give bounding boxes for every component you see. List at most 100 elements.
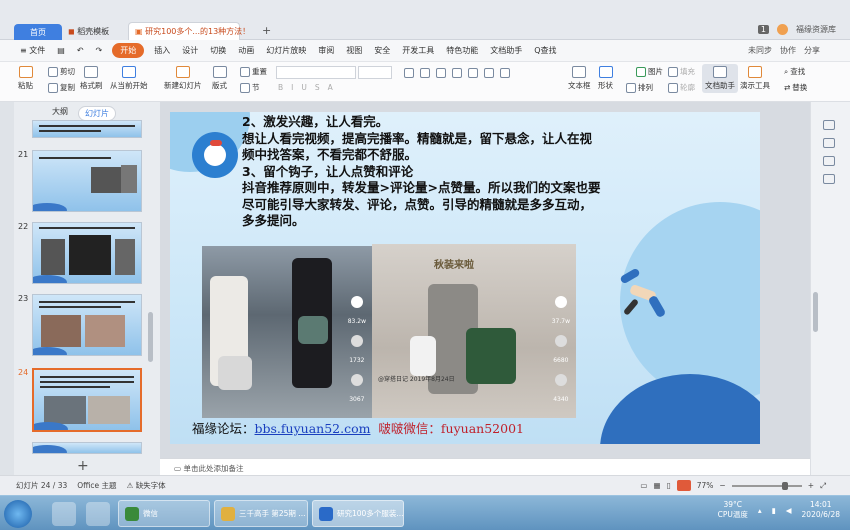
indent-icon[interactable] <box>436 68 446 78</box>
network-icon[interactable]: ▮ <box>772 506 776 515</box>
menu-file[interactable]: ≡ 文件 <box>14 45 51 56</box>
save-icon[interactable]: ▤ <box>51 46 71 55</box>
align-center-icon[interactable] <box>468 68 478 78</box>
menu-slideshow[interactable]: 幻灯片放映 <box>260 45 312 56</box>
paste-button[interactable]: 粘贴 <box>18 66 33 91</box>
align-right-icon[interactable] <box>484 68 494 78</box>
menu-transition[interactable]: 切换 <box>204 45 232 56</box>
slide-thumbnail-23[interactable] <box>32 294 142 356</box>
slide-thumbnail-21[interactable] <box>32 150 142 212</box>
star-icon[interactable] <box>823 156 835 166</box>
align-left-icon[interactable] <box>452 68 462 78</box>
settings-icon[interactable] <box>823 174 835 184</box>
tab-slides[interactable]: 幻灯片 <box>78 106 116 121</box>
zoom-in-icon[interactable]: + <box>808 481 814 490</box>
sogou-icon[interactable] <box>52 502 76 526</box>
menu-insert[interactable]: 插入 <box>148 45 176 56</box>
menu-animation[interactable]: 动画 <box>232 45 260 56</box>
numbering-icon[interactable] <box>420 68 430 78</box>
doc-assist-button[interactable]: 文档助手 <box>702 64 738 93</box>
share-button[interactable]: 分享 <box>804 45 820 56</box>
fit-window-icon[interactable]: ⤢ <box>820 481 826 491</box>
textbox-button[interactable]: 文本框 <box>568 66 591 91</box>
volume-icon[interactable]: ◀ <box>786 506 792 515</box>
font-color-icon[interactable]: A <box>328 83 333 92</box>
taskbar-wps[interactable]: 研究100多个服装... <box>312 500 404 527</box>
slide-photo-right[interactable]: 秋装来啦 @穿搭日记 2019年8月24日 37.7w 6680 4340 <box>372 244 576 418</box>
tab-template[interactable]: ◼ 稻壳模板 <box>62 22 128 40</box>
zoom-slider-knob[interactable] <box>781 481 788 490</box>
outline-button[interactable]: 轮廓 <box>668 82 695 93</box>
menu-view[interactable]: 视图 <box>340 45 368 56</box>
font-size-dropdown[interactable] <box>358 66 392 79</box>
bold-icon[interactable]: B <box>278 83 283 92</box>
tab-document[interactable]: ▣ 研究100多个...的13种方法！ <box>128 22 250 40</box>
font-name-dropdown[interactable] <box>276 66 356 79</box>
menu-review[interactable]: 审阅 <box>312 45 340 56</box>
theme-name[interactable]: Office 主题 <box>77 480 116 491</box>
picture-button[interactable]: 图片 <box>636 66 663 77</box>
cpu-temp[interactable]: 39°C CPU温度 <box>718 500 748 520</box>
from-current-button[interactable]: 从当前开始 <box>110 66 148 91</box>
footer-forum-url[interactable]: bbs.fuyuan52.com <box>255 421 371 436</box>
zoom-level[interactable]: 77% <box>697 481 714 490</box>
zoom-out-icon[interactable]: − <box>719 481 725 490</box>
new-tab-plus-icon[interactable]: + <box>262 24 271 37</box>
arrange-button[interactable]: 排列 <box>626 82 653 93</box>
collab-button[interactable]: 协作 <box>780 45 796 56</box>
find-button[interactable]: ⌕ 查找 <box>784 66 805 77</box>
tray-expand-icon[interactable]: ▴ <box>758 506 762 515</box>
format-painter-button[interactable]: 格式刷 <box>80 66 103 91</box>
reset-button[interactable]: 重置 <box>240 66 267 77</box>
undo-icon[interactable]: ↶ <box>71 46 90 55</box>
replace-button[interactable]: ⇄ 替换 <box>784 82 807 93</box>
slide-thumbnail-24[interactable] <box>32 368 142 432</box>
add-slide-plus-icon[interactable]: + <box>77 458 89 474</box>
justify-icon[interactable] <box>500 68 510 78</box>
slide-body-text[interactable]: 2、激发兴趣，让人看完。 想让人看完视频，提高完播率。精髓就是，留下悬念，让人在… <box>242 114 662 230</box>
menu-devtools[interactable]: 开发工具 <box>396 45 440 56</box>
current-slide[interactable]: 2、激发兴趣，让人看完。 想让人看完视频，提高完播率。精髓就是，留下悬念，让人在… <box>170 112 760 444</box>
menu-docassist[interactable]: 文档助手 <box>484 45 528 56</box>
panel-collapse-strip[interactable] <box>0 102 14 475</box>
menu-start[interactable]: 开始 <box>112 43 145 58</box>
redo-icon[interactable]: ↷ <box>90 46 109 55</box>
animation-pane-icon[interactable] <box>823 138 835 148</box>
slideshow-play-button[interactable] <box>676 480 691 491</box>
slide-thumbnail-20[interactable] <box>32 120 142 138</box>
properties-icon[interactable] <box>823 120 835 130</box>
tab-home[interactable]: 首页 <box>14 24 62 40</box>
notes-pane[interactable]: ▭ 单击此处添加备注 <box>160 458 810 475</box>
taskbar-wechat[interactable]: 微信 <box>118 500 210 527</box>
copy-button[interactable]: 复制 <box>48 82 75 93</box>
strike-icon[interactable]: S <box>315 83 320 92</box>
tab-outline[interactable]: 大纲 <box>52 106 68 121</box>
zoom-slider[interactable] <box>731 481 802 490</box>
menu-search[interactable]: Q查找 <box>528 45 562 56</box>
avatar[interactable] <box>777 24 788 35</box>
slide-thumbnail-22[interactable] <box>32 222 142 284</box>
missing-font-indicator[interactable]: ⚠ 缺失字体 <box>127 480 166 491</box>
menu-features[interactable]: 特色功能 <box>440 45 484 56</box>
bullets-icon[interactable] <box>404 68 414 78</box>
section-button[interactable]: 节 <box>240 82 260 93</box>
underline-icon[interactable]: U <box>301 83 307 92</box>
user-name[interactable]: 福缘资源库 <box>796 24 836 35</box>
reading-view-icon[interactable]: ▯ <box>667 481 671 490</box>
shape-button[interactable]: 形状 <box>598 66 613 91</box>
new-slide-button[interactable]: 新建幻灯片 <box>164 66 202 91</box>
sync-button[interactable]: 未同步 <box>748 45 772 56</box>
menu-security[interactable]: 安全 <box>368 45 396 56</box>
baidu-netdisk-icon[interactable] <box>86 502 110 526</box>
menu-design[interactable]: 设计 <box>176 45 204 56</box>
clock[interactable]: 14:01 2020/6/28 <box>802 500 840 520</box>
slide-thumbnail-25[interactable] <box>32 442 142 454</box>
sorter-view-icon[interactable]: ▦ <box>654 481 661 490</box>
present-tools-button[interactable]: 演示工具 <box>740 66 770 91</box>
normal-view-icon[interactable]: ▭ <box>640 481 647 490</box>
layout-button[interactable]: 版式 <box>212 66 227 91</box>
thumbnail-scrollbar[interactable] <box>148 312 153 362</box>
slide-photo-left[interactable]: 83.2w 1732 3067 <box>202 246 372 418</box>
fill-button[interactable]: 填充 <box>668 66 695 77</box>
taskbar-explorer[interactable]: 三千高手 第25期 ... <box>214 500 308 527</box>
